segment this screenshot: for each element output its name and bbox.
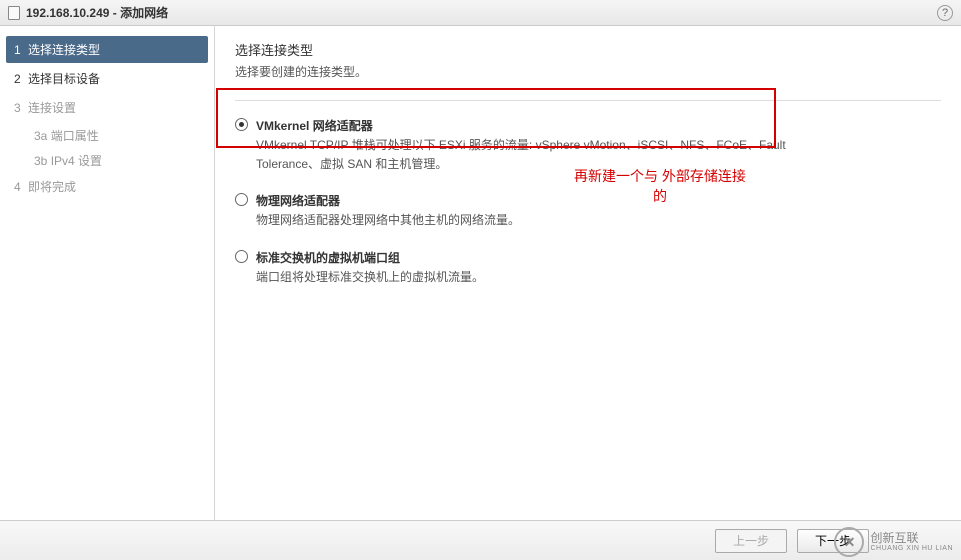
step-connection-type[interactable]: 1 选择连接类型	[6, 36, 208, 63]
substep-ipv4-settings: 3b IPv4 设置	[6, 148, 208, 173]
content-panel: 选择连接类型 选择要创建的连接类型。 VMkernel 网络适配器 VMkern…	[215, 26, 961, 520]
button-spacer	[879, 529, 951, 553]
back-button: 上一步	[715, 529, 787, 553]
option-desc: 物理网络适配器处理网络中其他主机的网络流量。	[256, 211, 796, 230]
radio-physical[interactable]	[235, 193, 248, 206]
option-label: 标准交换机的虚拟机端口组	[256, 249, 796, 266]
option-desc: VMkernel TCP/IP 堆栈可处理以下 ESXi 服务的流量: vSph…	[256, 136, 796, 174]
divider	[235, 100, 941, 101]
step-label: 选择目标设备	[28, 72, 100, 86]
option-vm-portgroup[interactable]: 标准交换机的虚拟机端口组 端口组将处理标准交换机上的虚拟机流量。	[235, 247, 941, 289]
help-icon[interactable]: ?	[937, 5, 953, 21]
substep-label: 端口属性	[51, 129, 99, 143]
step-label: 即将完成	[28, 180, 76, 194]
content-title: 选择连接类型	[235, 40, 941, 59]
titlebar: 192.168.10.249 - 添加网络 ?	[0, 0, 961, 26]
step-target-device[interactable]: 2 选择目标设备	[6, 65, 208, 92]
radio-portgroup[interactable]	[235, 250, 248, 263]
radio-vmkernel[interactable]	[235, 118, 248, 131]
option-desc: 端口组将处理标准交换机上的虚拟机流量。	[256, 268, 796, 287]
option-vmkernel[interactable]: VMkernel 网络适配器 VMkernel TCP/IP 堆栈可处理以下 E…	[235, 115, 941, 176]
step-label: 连接设置	[28, 101, 76, 115]
footer: 上一步 下一步	[0, 520, 961, 560]
options-group: VMkernel 网络适配器 VMkernel TCP/IP 堆栈可处理以下 E…	[235, 115, 941, 289]
next-button[interactable]: 下一步	[797, 529, 869, 553]
option-label: VMkernel 网络适配器	[256, 117, 796, 134]
substep-port-properties: 3a 端口属性	[6, 123, 208, 148]
content-subtitle: 选择要创建的连接类型。	[235, 63, 941, 80]
host-icon	[8, 6, 20, 20]
substep-label: IPv4 设置	[51, 154, 102, 168]
step-connection-settings: 3 连接设置	[6, 94, 208, 121]
option-physical-adapter[interactable]: 物理网络适配器 物理网络适配器处理网络中其他主机的网络流量。	[235, 190, 941, 232]
step-ready-to-complete: 4 即将完成	[6, 173, 208, 200]
option-label: 物理网络适配器	[256, 192, 796, 209]
window-title: 192.168.10.249 - 添加网络	[26, 4, 937, 21]
wizard-sidebar: 1 选择连接类型 2 选择目标设备 3 连接设置 3a 端口属性 3b IPv4…	[0, 26, 215, 520]
step-label: 选择连接类型	[28, 43, 100, 57]
